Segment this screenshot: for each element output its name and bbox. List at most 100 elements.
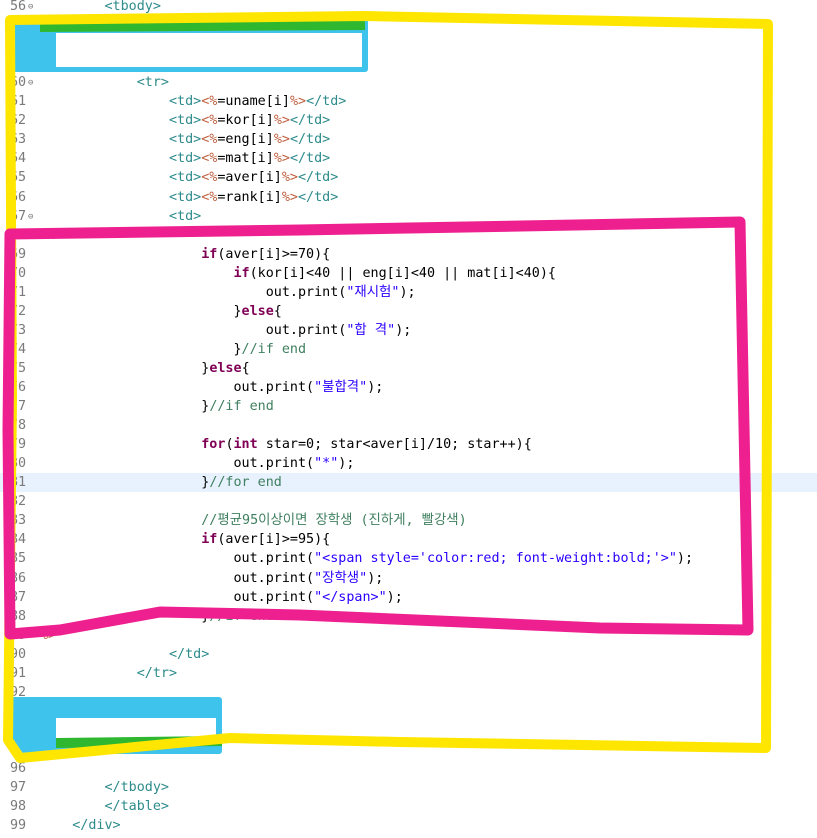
code-line[interactable]: 60 ⊖ <tr>: [0, 73, 817, 92]
line-gutter[interactable]: 77: [0, 397, 40, 416]
code-line[interactable]: 88 }//if end: [0, 607, 817, 626]
line-gutter[interactable]: 99: [0, 816, 40, 835]
fold-toggle-icon[interactable]: ⊖: [28, 17, 33, 36]
code-line[interactable]: 94 }//for end: [0, 721, 817, 740]
code-token: </tbody>: [104, 780, 170, 796]
fold-toggle-icon[interactable]: ⊖: [28, 208, 33, 227]
code-line[interactable]: 91 </tr>: [0, 664, 817, 683]
line-gutter[interactable]: 60 ⊖: [0, 73, 40, 92]
code-line[interactable]: 73 out.print("합 격");: [0, 321, 817, 340]
code-line[interactable]: 89 %>: [0, 626, 817, 645]
line-gutter[interactable]: 70: [0, 264, 40, 283]
code-line[interactable]: 99 </div>: [0, 816, 817, 835]
line-gutter[interactable]: 94: [0, 721, 40, 740]
line-gutter[interactable]: 81: [0, 473, 40, 492]
code-line[interactable]: 66 <td><%=rank[i]%></td>: [0, 188, 817, 207]
line-gutter[interactable]: 61: [0, 92, 40, 111]
code-line[interactable]: 93 ⊖ <%: [0, 702, 817, 721]
code-line[interactable]: 69 if(aver[i]>=70){: [0, 245, 817, 264]
code-line[interactable]: 85 out.print("<span style='color:red; fo…: [0, 549, 817, 568]
code-line[interactable]: 70 if(kor[i]<40 || eng[i]<40 || mat[i]<4…: [0, 264, 817, 283]
code-line[interactable]: 76 out.print("불합격");: [0, 378, 817, 397]
code-line[interactable]: 63 <td><%=eng[i]%></td>: [0, 130, 817, 149]
code-line[interactable]: 98 </table>: [0, 797, 817, 816]
code-line[interactable]: 95 %>: [0, 740, 817, 759]
line-gutter[interactable]: 59: [0, 54, 40, 73]
code-line[interactable]: 86 out.print("장학생");: [0, 569, 817, 588]
code-line[interactable]: 59 %>: [0, 54, 817, 73]
line-gutter[interactable]: 69: [0, 245, 40, 264]
line-gutter[interactable]: 57 ⊖: [0, 16, 40, 35]
line-gutter[interactable]: 85: [0, 549, 40, 568]
line-gutter[interactable]: 75: [0, 359, 40, 378]
line-gutter[interactable]: 86: [0, 569, 40, 588]
line-gutter[interactable]: 65: [0, 168, 40, 187]
code-line[interactable]: 97 </tbody>: [0, 778, 817, 797]
code-line[interactable]: 61 <td><%=uname[i]%></td>: [0, 92, 817, 111]
code-line[interactable]: 84 if(aver[i]>=95){: [0, 530, 817, 549]
code-line[interactable]: 56 ⊖ <tbody>: [0, 0, 817, 16]
line-gutter[interactable]: 79: [0, 435, 40, 454]
code-line[interactable]: 81 }//for end: [0, 473, 817, 493]
line-gutter[interactable]: 58: [0, 35, 40, 54]
line-gutter[interactable]: 89: [0, 626, 40, 645]
fold-toggle-icon[interactable]: ⊖: [28, 703, 33, 722]
code-token: <td>: [169, 113, 202, 129]
line-gutter[interactable]: 80: [0, 454, 40, 473]
line-gutter[interactable]: 88: [0, 607, 40, 626]
line-gutter[interactable]: 67 ⊖: [0, 207, 40, 226]
line-gutter[interactable]: 82: [0, 492, 40, 511]
line-gutter[interactable]: 93 ⊖: [0, 702, 40, 721]
line-gutter[interactable]: 73: [0, 321, 40, 340]
line-gutter[interactable]: 91: [0, 664, 40, 683]
line-gutter[interactable]: 83: [0, 511, 40, 530]
code-line[interactable]: 72 }else{: [0, 302, 817, 321]
code-line[interactable]: 58 for(int i=0; i<size; i++){: [0, 35, 817, 54]
line-gutter[interactable]: 63: [0, 130, 40, 149]
line-gutter[interactable]: 95: [0, 740, 40, 759]
code-line[interactable]: 80 out.print("*");: [0, 454, 817, 473]
line-gutter[interactable]: 78: [0, 416, 40, 435]
line-gutter[interactable]: 90: [0, 645, 40, 664]
fold-toggle-icon[interactable]: ⊖: [28, 0, 33, 17]
code-line[interactable]: 74 }//if end: [0, 340, 817, 359]
line-gutter[interactable]: 74: [0, 340, 40, 359]
code-line[interactable]: 65 <td><%=aver[i]%></td>: [0, 168, 817, 187]
line-gutter[interactable]: 76: [0, 378, 40, 397]
code-line[interactable]: 71 out.print("재시험");: [0, 283, 817, 302]
line-gutter[interactable]: 66: [0, 188, 40, 207]
code-line[interactable]: 62 <td><%=kor[i]%></td>: [0, 111, 817, 130]
line-gutter[interactable]: 87: [0, 588, 40, 607]
line-gutter[interactable]: 84: [0, 530, 40, 549]
line-gutter[interactable]: 96: [0, 759, 40, 778]
code-line[interactable]: 78: [0, 416, 817, 435]
code-line[interactable]: 64 <td><%=mat[i]%></td>: [0, 149, 817, 168]
code-line[interactable]: 68 ⊖ <%: [0, 226, 817, 245]
line-gutter[interactable]: 72: [0, 302, 40, 321]
code-line[interactable]: 82: [0, 492, 817, 511]
code-line[interactable]: 75 }else{: [0, 359, 817, 378]
code-line[interactable]: 67 ⊖ <td>: [0, 207, 817, 226]
line-number: 83: [10, 513, 27, 529]
line-gutter[interactable]: 62: [0, 111, 40, 130]
line-gutter[interactable]: 98: [0, 797, 40, 816]
code-line[interactable]: 96: [0, 759, 817, 778]
line-gutter[interactable]: 68 ⊖: [0, 226, 40, 245]
fold-toggle-icon[interactable]: ⊖: [28, 227, 33, 246]
line-gutter[interactable]: 71: [0, 283, 40, 302]
line-gutter[interactable]: 56 ⊖: [0, 0, 40, 16]
fold-toggle-icon[interactable]: ⊖: [28, 74, 33, 93]
code-editor[interactable]: 56 ⊖ <tbody> 57 ⊖ <% 58 for(int i=0; i<size; …: [0, 0, 817, 838]
code-line[interactable]: 90 </td>: [0, 645, 817, 664]
code-line[interactable]: 87 out.print("</span>");: [0, 588, 817, 607]
code-line[interactable]: 77 }//if end: [0, 397, 817, 416]
code-line[interactable]: 83 //평균95이상이면 장학생 (진하게, 빨강색): [0, 511, 817, 530]
line-gutter[interactable]: 97: [0, 778, 40, 797]
line-gutter[interactable]: 92: [0, 683, 40, 702]
code-line[interactable]: 57 ⊖ <%: [0, 16, 817, 35]
line-gutter[interactable]: 64: [0, 149, 40, 168]
line-number: 92: [10, 684, 27, 700]
code-line[interactable]: 79 for(int star=0; star<aver[i]/10; star…: [0, 435, 817, 454]
code-line[interactable]: 92: [0, 683, 817, 702]
